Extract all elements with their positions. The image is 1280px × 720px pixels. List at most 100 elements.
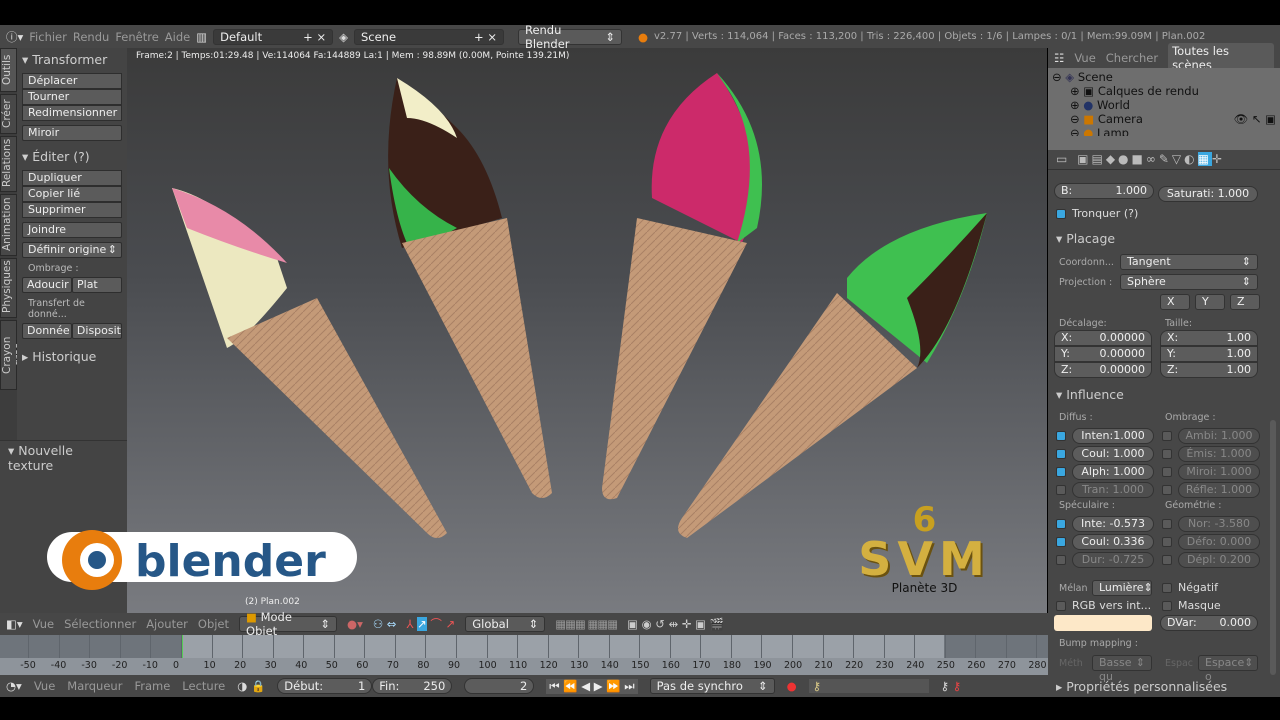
properties-scrollbar[interactable] <box>1270 420 1276 675</box>
layout-selector[interactable]: Default + × <box>213 28 334 45</box>
manipulator-icons[interactable]: ⅄ ↗ ⌒ ↗ <box>406 616 455 632</box>
preview-range-lock-icon[interactable]: ◑ 🔒 <box>237 679 265 693</box>
rotate-button[interactable]: Tourner <box>22 89 122 105</box>
render-tools-icons[interactable]: ▣ ◉ ↺ ⇹ ✛ ▣ 🎬 <box>627 617 724 631</box>
bump-method-select[interactable]: Basse qu ⇕ <box>1092 655 1152 683</box>
scale-button[interactable]: Redimensionner <box>22 105 122 121</box>
duplicate-button[interactable]: Dupliquer <box>22 170 122 186</box>
data-transfer-button[interactable]: Donnée <box>22 323 72 339</box>
keyframe-insert-delete-icons[interactable]: ⚷ ⚷ <box>941 679 962 693</box>
menu-selectionner[interactable]: Sélectionner <box>64 617 136 631</box>
mapping-z-select[interactable]: Z <box>1230 294 1260 310</box>
duplicate-linked-button[interactable]: Copier lié <box>22 186 122 202</box>
size-field-z[interactable]: Z: 1.00 <box>1160 362 1258 378</box>
diffuse-checkbox[interactable] <box>1056 449 1066 459</box>
dvar-field[interactable]: DVar: 0.000 <box>1160 615 1258 631</box>
flat-button[interactable]: Plat <box>72 277 122 293</box>
end-frame-field[interactable]: Fin: 250 <box>372 678 453 694</box>
start-frame-field[interactable]: Début: 1 <box>277 678 373 694</box>
tab-outils[interactable]: Outils <box>0 48 17 92</box>
outliner-item-world[interactable]: ⊕ ● World <box>1052 98 1276 112</box>
shading-field[interactable]: Émis: 1.000 <box>1178 446 1260 462</box>
outliner-menu-search[interactable]: Chercher <box>1106 51 1158 65</box>
timeline[interactable]: -50 -40 -30 -20 -10 0 10 20 30 40 50 60 70 80 90 100 110… <box>0 635 1048 675</box>
outliner-item-scene[interactable]: ⊖ ◈ Scene <box>1052 70 1276 84</box>
color-swatch[interactable] <box>1054 615 1152 631</box>
data-layout-button[interactable]: Disposit <box>71 323 122 339</box>
join-button[interactable]: Joindre <box>22 222 122 238</box>
offset-field-y[interactable]: Y: 0.00000 <box>1054 346 1152 362</box>
tab-crayon-gras[interactable]: Crayon gras <box>0 320 25 390</box>
geom-checkbox[interactable] <box>1162 555 1172 565</box>
layer-buttons[interactable]: ▦▦▦ ▦▦▦ <box>555 617 618 631</box>
shading-checkbox[interactable] <box>1162 485 1172 495</box>
mapping-x-select[interactable]: X <box>1160 294 1190 310</box>
mapping-y-select[interactable]: Y <box>1195 294 1225 310</box>
3d-viewport[interactable]: Frame:2 | Temps:01:29.48 | Ve:114064 Fa:… <box>47 48 1047 613</box>
visibility-icons[interactable]: 👁 ↖ ▣ <box>1234 112 1276 126</box>
menu-objet[interactable]: Objet <box>198 617 229 631</box>
offset-field-x[interactable]: X: 0.00000 <box>1054 330 1152 346</box>
editor-type-icon[interactable]: ◧▾ <box>6 617 23 631</box>
smooth-button[interactable]: Adoucir <box>22 277 72 293</box>
mirror-button[interactable]: Miroir <box>22 125 122 141</box>
geom-checkbox[interactable] <box>1162 519 1172 529</box>
size-field-x[interactable]: X: 1.00 <box>1160 330 1258 346</box>
properties-context-tabs[interactable]: ▭ ▣▤◆●■∞✎▽◐▦✛ <box>1048 150 1280 170</box>
layout-icon[interactable]: ▥ <box>196 30 207 44</box>
spec-checkbox[interactable] <box>1056 555 1066 565</box>
spec-field[interactable]: Inte: -0.573 <box>1072 516 1154 532</box>
spec-field[interactable]: Coul: 0.336 <box>1072 534 1154 550</box>
geom-field[interactable]: Nor: -3.580 <box>1178 516 1260 532</box>
influence-panel-header[interactable]: ▾ Influence <box>1056 387 1124 402</box>
timeline-menu-lecture[interactable]: Lecture <box>182 679 225 693</box>
coordinates-select[interactable]: Tangent ⇕ <box>1120 254 1258 270</box>
record-icon[interactable]: ● <box>787 679 797 693</box>
menu-fichier[interactable]: Fichier <box>29 30 67 44</box>
render-engine-select[interactable]: Rendu Blender ⇕ <box>517 23 622 51</box>
scene-selector[interactable]: Scene + × <box>353 28 504 45</box>
history-panel-header[interactable]: ▸ Historique <box>22 349 122 364</box>
shading-field[interactable]: Réfle: 1.000 <box>1178 482 1260 498</box>
playback-controls[interactable]: ⏮ ⏪ ◀ ▶ ⏩ ⏭ <box>546 678 638 694</box>
menu-ajouter[interactable]: Ajouter <box>146 617 188 631</box>
spec-field[interactable]: Dur: -0.725 <box>1072 552 1154 568</box>
current-frame-field[interactable]: 2 <box>464 678 535 694</box>
menu-vue[interactable]: Vue <box>33 617 54 631</box>
geom-field[interactable]: Défo: 0.000 <box>1178 534 1260 550</box>
outliner-menu-vue[interactable]: Vue <box>1074 51 1095 65</box>
scene-icon[interactable]: ◈ <box>339 30 348 44</box>
negative-checkbox[interactable]: Négatif <box>1162 581 1218 594</box>
offset-field-z[interactable]: Z: 0.00000 <box>1054 362 1152 378</box>
menu-fenetre[interactable]: Fenêtre <box>115 30 158 44</box>
outliner-item-lamp[interactable]: ⊖ ● Lamp <box>1052 126 1276 136</box>
outliner-item-render-layers[interactable]: ⊕ ▣ Calques de rendu <box>1052 84 1276 98</box>
transform-panel-header[interactable]: ▾ Transformer <box>22 52 122 67</box>
outliner-editor-icon[interactable]: ☷ <box>1054 51 1064 65</box>
diffuse-checkbox[interactable] <box>1056 467 1066 477</box>
sync-mode-select[interactable]: Pas de synchro ⇕ <box>649 678 775 694</box>
diffuse-field[interactable]: Tran: 1.000 <box>1072 482 1154 498</box>
rgb-to-intensity-checkbox[interactable]: RGB vers int... <box>1056 599 1151 612</box>
bump-space-select[interactable]: Espace o ⇕ <box>1198 655 1258 683</box>
size-field-y[interactable]: Y: 1.00 <box>1160 346 1258 362</box>
mask-checkbox[interactable]: Masque <box>1162 599 1221 612</box>
translate-button[interactable]: Déplacer <box>22 73 122 89</box>
timeline-menu-vue[interactable]: Vue <box>34 679 55 693</box>
pivot-icon[interactable]: ⚇ ⇔ <box>373 617 397 631</box>
texture-tab-icon[interactable]: ▦ <box>1197 152 1212 166</box>
diffuse-checkbox[interactable] <box>1056 485 1066 495</box>
diffuse-field[interactable]: Alph: 1.000 <box>1072 464 1154 480</box>
diffuse-field[interactable]: Coul: 1.000 <box>1072 446 1154 462</box>
shading-field[interactable]: Ambi: 1.000 <box>1178 428 1260 444</box>
menu-rendu[interactable]: Rendu <box>73 30 109 44</box>
delete-button[interactable]: Supprimer <box>22 202 122 218</box>
spec-checkbox[interactable] <box>1056 519 1066 529</box>
edit-panel-header[interactable]: ▾ Éditer (?) <box>22 149 122 164</box>
tronquer-checkbox[interactable]: Tronquer (?) <box>1056 207 1138 220</box>
keying-set-icon[interactable]: ⚷ <box>808 679 929 693</box>
blend-select[interactable]: Lumière ⇕ <box>1092 580 1153 596</box>
projection-select[interactable]: Sphère ⇕ <box>1120 274 1258 290</box>
shading-icon[interactable]: ●▾ <box>347 617 363 631</box>
set-origin-dropdown[interactable]: Définir origine ⇕ <box>22 242 122 258</box>
